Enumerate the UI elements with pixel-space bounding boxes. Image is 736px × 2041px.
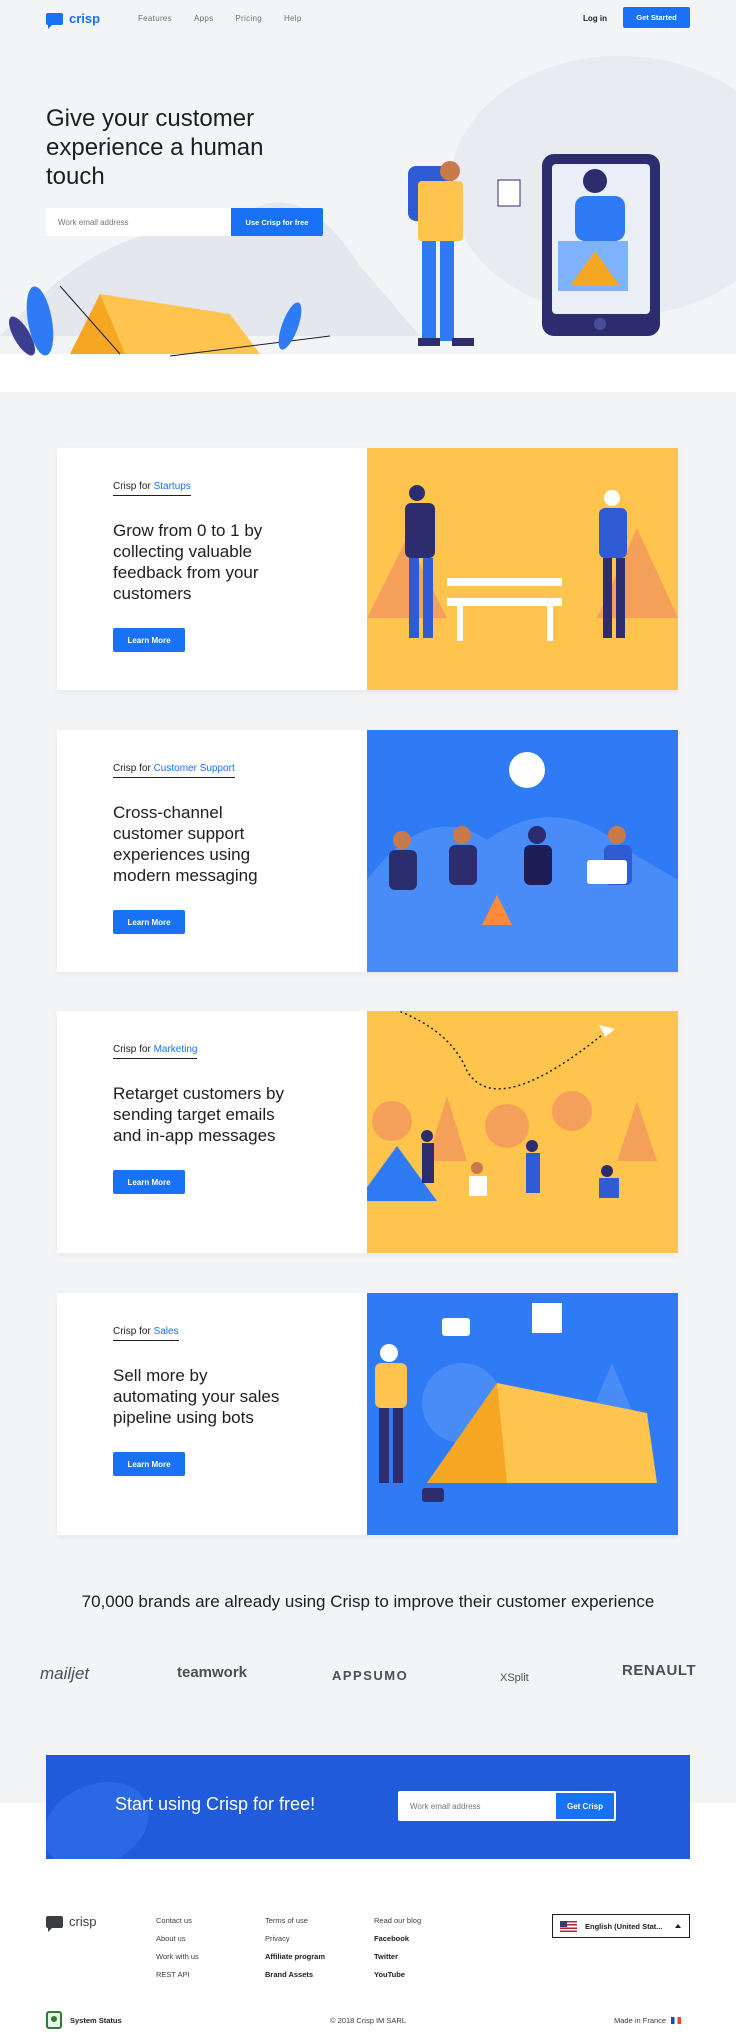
footer-link[interactable]: Privacy: [265, 1934, 325, 1943]
footer-link[interactable]: Brand Assets: [265, 1970, 325, 1979]
nav-link-pricing[interactable]: Pricing: [235, 14, 262, 23]
us-flag-icon: [560, 1920, 577, 1932]
card-heading: Sell more by automating your sales pipel…: [113, 1366, 280, 1427]
footer-link[interactable]: Twitter: [374, 1952, 421, 1961]
card-heading: Retarget customers by sending target ema…: [113, 1084, 285, 1145]
card-startups: Crisp for Startups Grow from 0 to 1 by c…: [57, 448, 678, 690]
footer-col-company: Contact us About us Work with us REST AP…: [156, 1916, 199, 1979]
nav-link-help[interactable]: Help: [284, 14, 302, 23]
footer-link[interactable]: Contact us: [156, 1916, 199, 1925]
footer-link[interactable]: Affiliate program: [265, 1952, 325, 1961]
crisp-logo[interactable]: crisp: [46, 11, 101, 29]
language-label: English (United Stat...: [585, 1921, 663, 1931]
card-eyebrow[interactable]: Crisp for Startups: [113, 481, 191, 496]
customer-support-illustration: [367, 730, 678, 972]
card-heading: Cross-channel customer support experienc…: [113, 803, 258, 885]
xsplit-logo: XSplit: [500, 1672, 529, 1684]
eyebrow-prefix: Crisp for: [113, 1326, 151, 1337]
footer-link[interactable]: About us: [156, 1934, 199, 1943]
eyebrow-segment: Customer Support: [153, 763, 235, 774]
card-eyebrow[interactable]: Crisp for Marketing: [113, 1044, 198, 1059]
footer-link[interactable]: Terms of use: [265, 1916, 325, 1925]
get-crisp-button[interactable]: Get Crisp: [556, 1793, 614, 1819]
hero-title: Give your customer experience a human to…: [46, 105, 264, 190]
footer-link[interactable]: Work with us: [156, 1952, 199, 1961]
learn-more-button[interactable]: Learn More: [113, 1452, 185, 1476]
footer-link[interactable]: YouTube: [374, 1970, 421, 1979]
footer-logo-text: crisp: [69, 1914, 97, 1929]
card-customer-support: Crisp for Customer Support Cross-channel…: [57, 730, 678, 972]
teamwork-logo: teamwork: [177, 1664, 248, 1681]
marketing-illustration: [367, 1011, 678, 1253]
card-sales: Crisp for Sales Sell more by automating …: [57, 1293, 678, 1535]
eyebrow-segment: Sales: [153, 1326, 179, 1337]
card-eyebrow[interactable]: Crisp for Sales: [113, 1326, 179, 1341]
footer-link[interactable]: Facebook: [374, 1934, 421, 1943]
made-in-label: Made in France: [614, 2016, 667, 2025]
nav-links: Features Apps Pricing Help: [138, 14, 302, 23]
cta-title: Start using Crisp for free!: [115, 1794, 316, 1814]
france-flag-icon: [671, 2017, 682, 2024]
made-in-france: Made in France: [614, 2016, 682, 2025]
brand-logos-row: mailjet teamwork APPSUMO XSplit RENAULT: [0, 1650, 736, 1700]
login-link[interactable]: Log in: [583, 14, 607, 23]
card-marketing: Crisp for Marketing Retarget customers b…: [57, 1011, 678, 1253]
learn-more-button[interactable]: Learn More: [113, 910, 185, 934]
hero-signup-form: Use Crisp for free: [46, 208, 323, 236]
appsumo-logo: APPSUMO: [332, 1668, 409, 1683]
mailjet-logo: mailjet: [40, 1664, 90, 1683]
card-eyebrow[interactable]: Crisp for Customer Support: [113, 763, 235, 778]
chat-bubble-icon: [46, 12, 63, 29]
eyebrow-segment: Startups: [153, 481, 191, 492]
learn-more-button[interactable]: Learn More: [113, 1170, 185, 1194]
footer-col-social: Read our blog Facebook Twitter YouTube: [374, 1916, 421, 1979]
footer-logo[interactable]: crisp: [46, 1914, 97, 1932]
use-crisp-free-button[interactable]: Use Crisp for free: [231, 208, 323, 236]
eyebrow-prefix: Crisp for: [113, 1044, 151, 1055]
eyebrow-prefix: Crisp for: [113, 481, 151, 492]
top-nav: crisp Features Apps Pricing Help Log in …: [0, 0, 736, 36]
footer-link[interactable]: Read our blog: [374, 1916, 421, 1925]
chat-bubble-icon: [46, 1915, 63, 1932]
eyebrow-segment: Marketing: [153, 1044, 198, 1055]
nav-link-features[interactable]: Features: [138, 14, 172, 23]
caret-up-icon: [675, 1924, 681, 1928]
hero-section: Give your customer experience a human to…: [0, 36, 736, 392]
language-selector[interactable]: English (United Stat...: [552, 1914, 690, 1938]
nav-link-apps[interactable]: Apps: [194, 14, 213, 23]
startups-illustration: [367, 448, 678, 690]
card-heading: Grow from 0 to 1 by collecting valuable …: [113, 521, 263, 603]
renault-logo: RENAULT: [622, 1662, 697, 1679]
footer-link[interactable]: REST API: [156, 1970, 199, 1979]
sales-illustration: [367, 1293, 678, 1535]
cta-email-input[interactable]: [400, 1793, 556, 1819]
footer-col-legal: Terms of use Privacy Affiliate program B…: [265, 1916, 325, 1979]
eyebrow-prefix: Crisp for: [113, 763, 151, 774]
logo-text: crisp: [69, 11, 101, 26]
cta-banner: Start using Crisp for free! Get Crisp: [46, 1755, 690, 1859]
cta-signup-form: Get Crisp: [398, 1791, 616, 1821]
hero-email-input[interactable]: [46, 208, 231, 236]
learn-more-button[interactable]: Learn More: [113, 628, 185, 652]
get-started-button[interactable]: Get Started: [623, 7, 690, 28]
brands-title: 70,000 brands are already using Crisp to…: [81, 1592, 655, 1611]
